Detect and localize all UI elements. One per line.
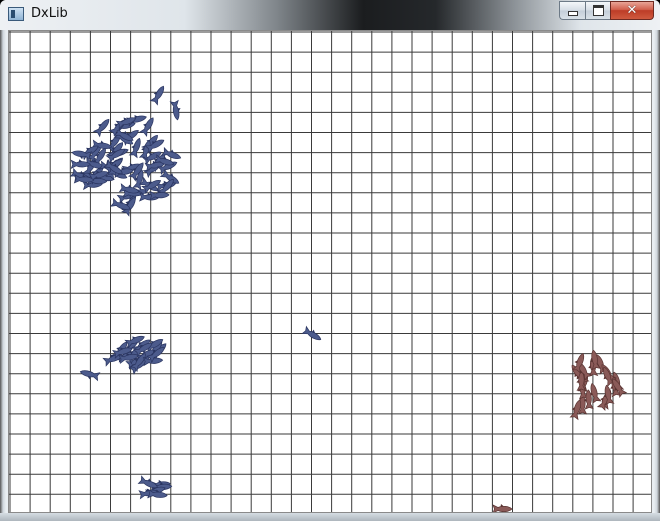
fish-red (492, 504, 513, 512)
window-frame-bottom (0, 513, 660, 521)
fish-blue (301, 325, 322, 341)
grid-lines (9, 31, 651, 512)
minimize-button[interactable] (559, 1, 585, 20)
maximize-icon (592, 5, 604, 16)
fish-blue (149, 85, 165, 106)
maximize-button[interactable] (585, 1, 610, 20)
close-icon: ✕ (626, 3, 638, 18)
fish-blue (79, 370, 101, 382)
window-title: DxLib (31, 6, 68, 21)
title-bar[interactable]: DxLib ✕ (0, 0, 660, 30)
game-canvas[interactable] (8, 30, 652, 513)
fish-blue (169, 99, 181, 121)
grid-board (9, 31, 651, 512)
fish-blue (92, 118, 110, 138)
app-window-icon[interactable] (8, 7, 24, 21)
minimize-icon (567, 11, 578, 16)
fish-layer (69, 85, 628, 512)
close-button[interactable]: ✕ (610, 1, 654, 20)
caption-buttons: ✕ (559, 1, 654, 21)
app-window: DxLib ✕ (0, 0, 660, 521)
